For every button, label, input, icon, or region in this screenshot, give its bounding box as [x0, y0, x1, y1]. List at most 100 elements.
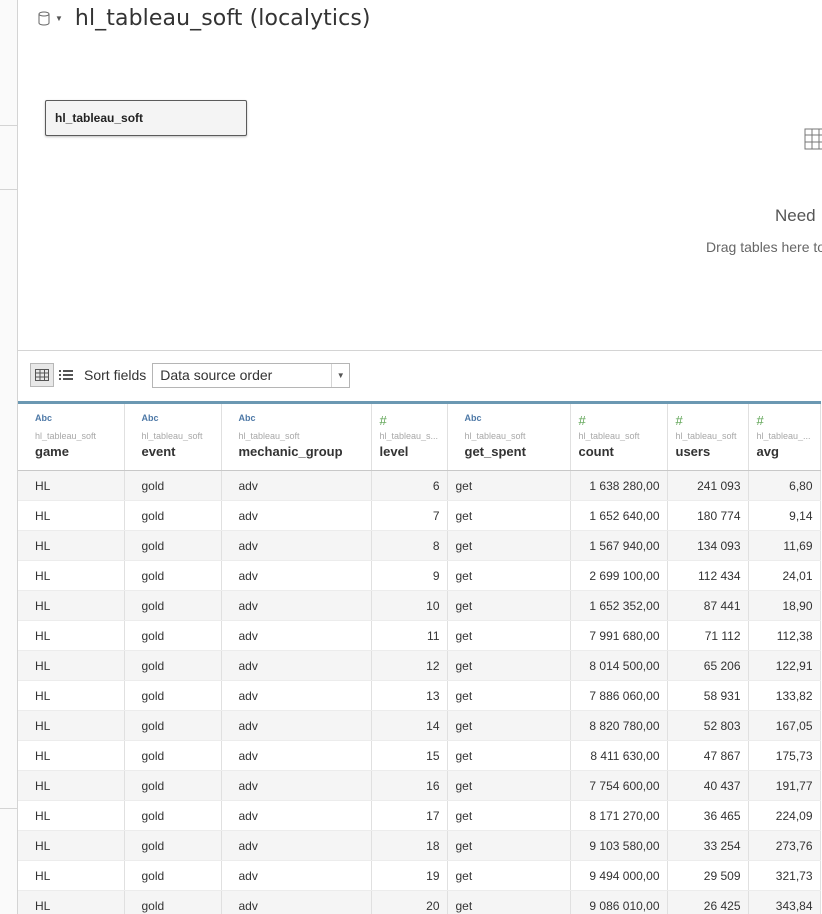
column-name[interactable]: event [125, 444, 221, 459]
cell-avg: 224,09 [748, 800, 821, 831]
cell-mechanic-group: adv [221, 710, 372, 741]
column-header-mechanic-group[interactable]: Abc hl_tableau_soft mechanic_group [221, 401, 372, 471]
column-name[interactable]: get_spent [448, 444, 570, 459]
cell-game: HL [18, 620, 125, 651]
cell-level: 13 [371, 680, 448, 711]
cell-mechanic-group: adv [221, 620, 372, 651]
cell-event: gold [124, 650, 222, 681]
cell-mechanic-group: adv [221, 590, 372, 621]
number-type-icon[interactable]: # [372, 413, 447, 428]
column-header-get-spent[interactable]: Abc hl_tableau_soft get_spent [447, 401, 571, 471]
cell-users: 26 425 [667, 890, 749, 914]
table-row: HL gold adv 7 get 1 652 640,00 180 774 9,14 [18, 500, 821, 531]
cell-game: HL [18, 590, 125, 621]
empty-canvas-hint: Drag tables here to [706, 239, 822, 255]
column-header-avg[interactable]: # hl_tableau_... avg [748, 401, 821, 471]
column-name[interactable]: level [372, 444, 447, 459]
grid-icon [35, 369, 49, 381]
table-row: HL gold adv 10 get 1 652 352,00 87 441 18,90 [18, 590, 821, 621]
list-icon [59, 370, 73, 380]
cell-event: gold [124, 800, 222, 831]
table-icon [804, 128, 822, 150]
cell-users: 134 093 [667, 530, 749, 561]
cell-count: 7 754 600,00 [570, 770, 668, 801]
number-type-icon[interactable]: # [749, 413, 820, 428]
column-name[interactable]: count [571, 444, 667, 459]
cell-users: 47 867 [667, 740, 749, 771]
cell-count: 1 652 640,00 [570, 500, 668, 531]
chevron-down-icon[interactable]: ▼ [55, 14, 63, 23]
column-name[interactable]: users [668, 444, 748, 459]
string-type-icon[interactable]: Abc [125, 413, 221, 427]
cell-get-spent: get [447, 800, 571, 831]
cell-level: 19 [371, 860, 448, 891]
column-header-count[interactable]: # hl_tableau_soft count [570, 401, 668, 471]
string-type-icon[interactable]: Abc [448, 413, 570, 427]
cell-get-spent: get [447, 890, 571, 914]
grid-view-button[interactable] [30, 363, 54, 387]
table-row: HL gold adv 11 get 7 991 680,00 71 112 112,38 [18, 620, 821, 651]
cell-avg: 273,76 [748, 830, 821, 861]
database-icon[interactable] [38, 10, 52, 26]
list-view-button[interactable] [54, 363, 78, 387]
column-source: hl_tableau_soft [238, 431, 300, 441]
column-header-event[interactable]: Abc hl_tableau_soft event [124, 401, 222, 471]
number-type-icon[interactable]: # [668, 413, 748, 428]
left-panel [0, 0, 18, 914]
column-name[interactable]: mechanic_group [222, 444, 371, 459]
cell-event: gold [124, 740, 222, 771]
cell-level: 8 [371, 530, 448, 561]
cell-avg: 6,80 [748, 470, 821, 501]
cell-get-spent: get [447, 650, 571, 681]
cell-users: 36 465 [667, 800, 749, 831]
cell-get-spent: get [447, 590, 571, 621]
cell-mechanic-group: adv [221, 530, 372, 561]
sort-fields-select[interactable]: Data source order ▼ [152, 362, 351, 388]
cell-mechanic-group: adv [221, 500, 372, 531]
string-type-icon[interactable]: Abc [222, 413, 371, 427]
cell-avg: 343,84 [748, 890, 821, 914]
number-type-icon[interactable]: # [571, 413, 667, 428]
cell-game: HL [18, 470, 125, 501]
cell-avg: 175,73 [748, 740, 821, 771]
table-row: HL gold adv 6 get 1 638 280,00 241 093 6,80 [18, 470, 821, 501]
cell-count: 7 991 680,00 [570, 620, 668, 651]
cell-users: 71 112 [667, 620, 749, 651]
chevron-down-icon[interactable]: ▼ [331, 363, 349, 387]
column-header-game[interactable]: Abc hl_tableau_softgame [18, 401, 125, 471]
cell-game: HL [18, 560, 125, 591]
cell-avg: 167,05 [748, 710, 821, 741]
cell-count: 1 638 280,00 [570, 470, 668, 501]
column-name[interactable]: avg [749, 444, 820, 459]
sort-fields-label: Sort fields [84, 367, 147, 383]
table-pill[interactable]: hl_tableau_soft [45, 100, 247, 136]
cell-event: gold [124, 860, 222, 891]
column-header-level[interactable]: # hl_tableau_s... level [371, 401, 448, 471]
cell-users: 241 093 [667, 470, 749, 501]
cell-avg: 24,01 [748, 560, 821, 591]
cell-users: 33 254 [667, 830, 749, 861]
cell-mechanic-group: adv [221, 560, 372, 591]
empty-canvas-heading: Need [775, 206, 816, 225]
sort-fields-value: Data source order [160, 367, 273, 383]
cell-avg: 122,91 [748, 650, 821, 681]
cell-count: 2 699 100,00 [570, 560, 668, 591]
cell-game: HL [18, 740, 125, 771]
cell-mechanic-group: adv [221, 740, 372, 771]
cell-users: 180 774 [667, 500, 749, 531]
table-row: HL gold adv 15 get 8 411 630,00 47 867 175,73 [18, 740, 821, 771]
panel-divider [0, 808, 17, 809]
datasource-header: ▼ hl_tableau_soft (localytics) [38, 3, 371, 33]
string-type-icon[interactable]: Abc [18, 413, 124, 427]
column-source: hl_tableau_soft [35, 431, 97, 441]
column-name[interactable]: game [18, 444, 124, 459]
cell-avg: 112,38 [748, 620, 821, 651]
cell-get-spent: get [447, 470, 571, 501]
cell-users: 112 434 [667, 560, 749, 591]
cell-count: 7 886 060,00 [570, 680, 668, 711]
datasource-title[interactable]: hl_tableau_soft (localytics) [75, 6, 371, 31]
grid-toolbar: Sort fields Data source order ▼ [30, 362, 351, 388]
column-header-users[interactable]: # hl_tableau_soft users [667, 401, 749, 471]
cell-get-spent: get [447, 740, 571, 771]
table-row: HL gold adv 17 get 8 171 270,00 36 465 224,09 [18, 800, 821, 831]
